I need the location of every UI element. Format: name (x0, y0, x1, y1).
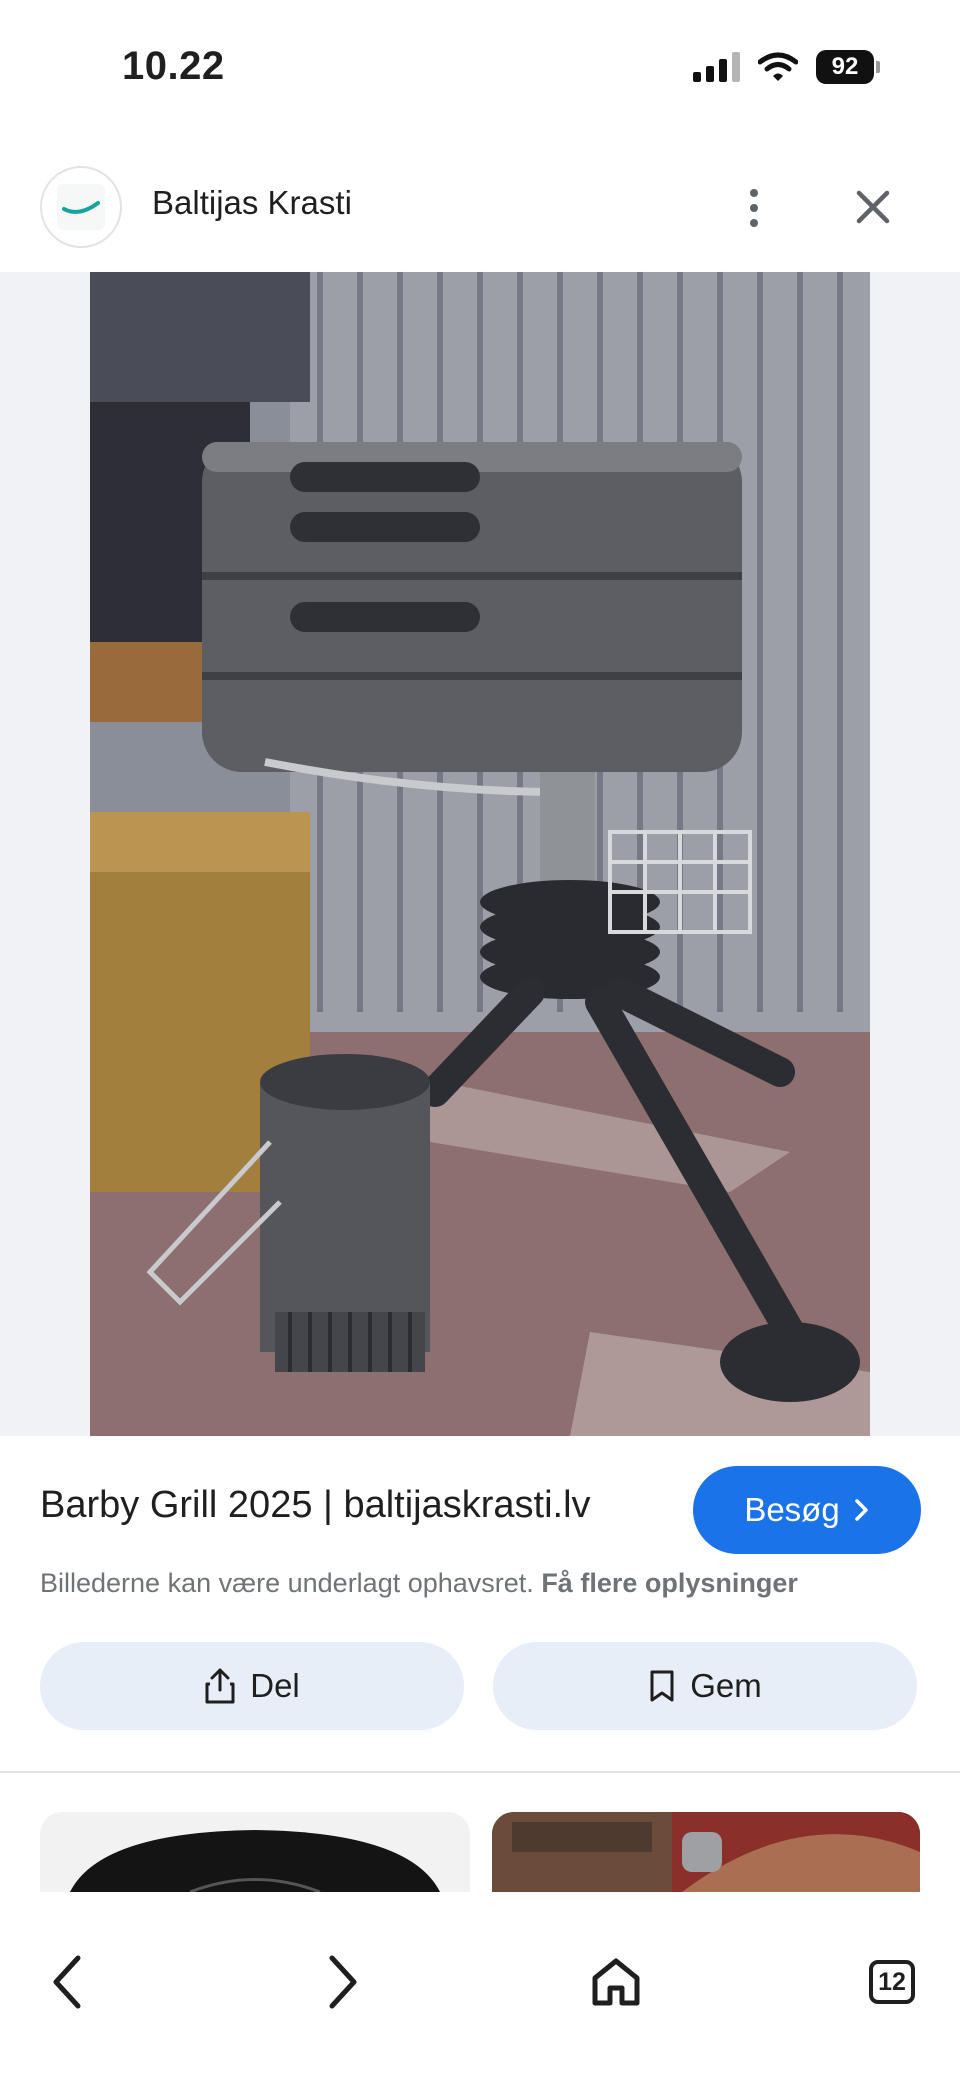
related-image-card[interactable] (492, 1812, 920, 1892)
save-button[interactable]: Gem (493, 1642, 917, 1730)
status-icons: 92 (693, 50, 880, 84)
tabs-icon: 12 (869, 1960, 915, 2004)
logo-wave-icon (62, 201, 100, 214)
status-bar: 10.22 92 (0, 0, 960, 140)
save-label: Gem (690, 1667, 762, 1704)
source-name[interactable]: Baltijas Krasti (152, 184, 352, 222)
share-button[interactable]: Del (40, 1642, 464, 1730)
battery-icon: 92 (816, 50, 880, 84)
forward-arrow-icon (329, 1955, 357, 2009)
related-image-thumbnail (492, 1812, 920, 1892)
status-time: 10.22 (122, 44, 225, 88)
bookmark-icon (650, 1670, 674, 1702)
copyright-text: Billederne kan være underlagt ophavsret. (40, 1568, 534, 1598)
image-viewer[interactable] (0, 272, 960, 1436)
grill-photo[interactable] (90, 272, 870, 1436)
wifi-icon (758, 52, 798, 81)
more-vert-icon[interactable] (730, 180, 778, 236)
close-icon[interactable] (848, 182, 898, 232)
chevron-right-icon (854, 1499, 868, 1521)
battery-level: 92 (816, 50, 874, 84)
signal-icon (693, 52, 740, 82)
related-image-thumbnail (70, 1830, 440, 1892)
related-image-card[interactable] (40, 1812, 470, 1892)
back-button[interactable] (28, 1942, 108, 2022)
tabs-button[interactable]: 12 (852, 1942, 932, 2022)
site-logo[interactable] (40, 166, 122, 248)
visit-button-label: Besøg (744, 1491, 840, 1528)
forward-button[interactable] (302, 1942, 382, 2022)
result-title[interactable]: Barby Grill 2025 | baltijaskrasti.lv (40, 1484, 591, 1527)
copyright-notice: Billederne kan være underlagt ophavsret.… (40, 1568, 798, 1599)
home-button[interactable] (576, 1942, 656, 2022)
home-icon (592, 1958, 640, 2006)
share-label: Del (250, 1667, 300, 1704)
source-header: Baltijas Krasti (0, 160, 960, 270)
back-arrow-icon (53, 1955, 81, 2009)
bottom-toolbar: 12 (0, 1892, 960, 2081)
more-info-link[interactable]: Få flere oplysninger (541, 1568, 798, 1598)
visit-button[interactable]: Besøg (693, 1466, 921, 1554)
share-icon (205, 1668, 235, 1704)
divider (0, 1771, 960, 1773)
